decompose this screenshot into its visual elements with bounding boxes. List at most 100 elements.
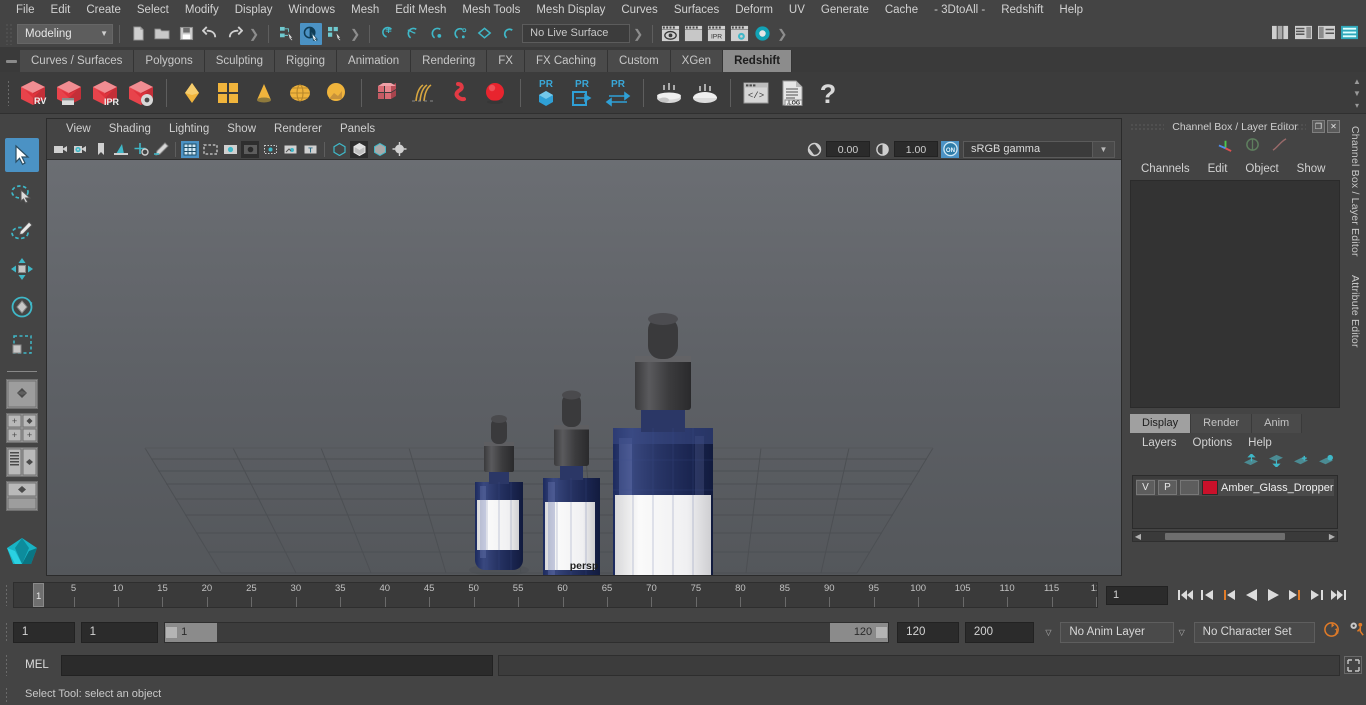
panel-grip[interactable] bbox=[1130, 123, 1164, 131]
step-forward-frame-icon[interactable] bbox=[1285, 584, 1305, 606]
layer-row[interactable]: V P Amber_Glass_Dropper bbox=[1136, 479, 1334, 496]
select-tool-button[interactable] bbox=[5, 138, 39, 172]
menu-item-file[interactable]: File bbox=[8, 0, 43, 20]
redshift-proxy-icon[interactable] bbox=[175, 75, 209, 111]
play-forwards-icon[interactable] bbox=[1263, 584, 1283, 606]
viewport-menu-panels[interactable]: Panels bbox=[331, 119, 384, 139]
2d-pan-zoom-icon[interactable] bbox=[132, 141, 150, 158]
viewport-menu-shading[interactable]: Shading bbox=[100, 119, 160, 139]
scroll-left-icon[interactable]: ◀ bbox=[1133, 532, 1143, 541]
display-layer-list[interactable]: V P Amber_Glass_Dropper bbox=[1132, 475, 1338, 529]
vertical-tab-attribute-editor[interactable]: Attribute Editor bbox=[1349, 275, 1361, 348]
current-frame-field[interactable]: 1 bbox=[1106, 585, 1168, 605]
rs-render-icon[interactable] bbox=[752, 24, 773, 43]
film-gate-icon[interactable] bbox=[201, 141, 219, 158]
shelf-tab-curves-surfaces[interactable]: Curves / Surfaces bbox=[20, 50, 135, 72]
character-set-dropdown[interactable]: No Character Set bbox=[1193, 621, 1316, 643]
menu-item-help[interactable]: Help bbox=[1051, 0, 1091, 20]
menu-item-3dtoall[interactable]: - 3DtoAll - bbox=[926, 0, 993, 20]
channelbox-menu-channels[interactable]: Channels bbox=[1132, 163, 1199, 175]
snap-to-curve-icon[interactable] bbox=[401, 23, 423, 45]
menuset-mode-dropdown[interactable]: Modeling ▼ bbox=[17, 23, 113, 44]
shaded-wireframe-icon[interactable] bbox=[370, 141, 388, 158]
shelf-tab-rigging[interactable]: Rigging bbox=[275, 50, 338, 72]
select-by-hierarchy-icon[interactable] bbox=[276, 23, 298, 45]
snap-to-grid-icon[interactable] bbox=[377, 23, 399, 45]
menu-item-mesh[interactable]: Mesh bbox=[343, 0, 387, 20]
ipr-render-icon[interactable]: IPR bbox=[706, 24, 727, 43]
layer-name-label[interactable]: Amber_Glass_Dropper bbox=[1221, 482, 1334, 494]
exposure-icon[interactable] bbox=[805, 141, 823, 158]
shelf-grip[interactable] bbox=[2, 74, 15, 112]
gate-mask-icon[interactable] bbox=[241, 140, 259, 158]
move-tool-button[interactable] bbox=[5, 252, 39, 286]
go-to-start-icon[interactable] bbox=[1175, 584, 1195, 606]
redshift-sphere-icon[interactable] bbox=[478, 75, 512, 111]
keyable-attributes-icon[interactable] bbox=[1244, 137, 1261, 157]
scroll-right-icon[interactable]: ▶ bbox=[1327, 532, 1337, 541]
range-start-handle[interactable]: 1 bbox=[165, 622, 218, 642]
resolution-gate-icon[interactable] bbox=[221, 141, 239, 158]
range-end-handle[interactable]: 120 bbox=[830, 622, 889, 642]
xray-icon[interactable] bbox=[281, 141, 299, 158]
gamma-icon[interactable] bbox=[873, 141, 891, 158]
camera-attributes-icon[interactable] bbox=[72, 141, 90, 158]
snap-to-projected-center-icon[interactable] bbox=[449, 23, 471, 45]
render-sequence-icon[interactable] bbox=[683, 24, 704, 43]
menu-item-curves[interactable]: Curves bbox=[613, 0, 665, 20]
pr-convert-icon[interactable]: PR bbox=[601, 75, 635, 111]
redshift-curve-icon[interactable] bbox=[442, 75, 476, 111]
pr-export-icon[interactable]: PR bbox=[565, 75, 599, 111]
timeline-grip[interactable] bbox=[0, 582, 13, 608]
redshift-hair-icon[interactable] bbox=[406, 75, 440, 111]
menu-item-edit-mesh[interactable]: Edit Mesh bbox=[387, 0, 454, 20]
scrollbar-thumb[interactable] bbox=[1165, 533, 1285, 540]
step-forward-keyframe-icon[interactable] bbox=[1307, 584, 1327, 606]
playback-end-time-field[interactable]: 120 bbox=[897, 621, 959, 643]
collapse-section-icon[interactable]: ❯ bbox=[633, 27, 643, 41]
menu-item-redshift[interactable]: Redshift bbox=[993, 0, 1051, 20]
menu-item-edit[interactable]: Edit bbox=[43, 0, 79, 20]
scale-tool-button[interactable] bbox=[5, 328, 39, 362]
viewport-menu-lighting[interactable]: Lighting bbox=[160, 119, 218, 139]
layer-tab-anim[interactable]: Anim bbox=[1252, 414, 1303, 433]
viewport-menu-show[interactable]: Show bbox=[218, 119, 265, 139]
snap-to-view-plane-icon[interactable] bbox=[473, 23, 495, 45]
axis-indicator-icon[interactable] bbox=[1217, 137, 1234, 157]
menu-item-mesh-tools[interactable]: Mesh Tools bbox=[454, 0, 528, 20]
chevron-down-icon[interactable]: ▽ bbox=[1040, 628, 1056, 637]
chevron-up-icon[interactable]: ▲ bbox=[1353, 77, 1361, 86]
shelf-tab-xgen[interactable]: XGen bbox=[670, 50, 724, 72]
expand-script-editor-icon[interactable] bbox=[1344, 656, 1362, 674]
shelf-tab-rendering[interactable]: Rendering bbox=[411, 50, 488, 72]
shelf-scroll-arrows[interactable]: ▲ ▼ ▾ bbox=[1350, 75, 1364, 111]
shelf-tab-redshift[interactable]: Redshift bbox=[723, 50, 793, 72]
redshift-dome-light-icon[interactable] bbox=[283, 75, 317, 111]
redshift-area-light-icon[interactable] bbox=[319, 75, 353, 111]
channel-box-attribute-list[interactable] bbox=[1130, 180, 1340, 408]
shelf-tab-animation[interactable]: Animation bbox=[337, 50, 412, 72]
layer-shading-toggle[interactable] bbox=[1180, 480, 1199, 495]
playback-start-time-field[interactable]: 1 bbox=[80, 621, 159, 643]
script-language-label[interactable]: MEL bbox=[13, 659, 61, 671]
create-layer-from-selected-icon[interactable] bbox=[1318, 454, 1334, 472]
channelbox-menu-object[interactable]: Object bbox=[1236, 163, 1287, 175]
redshift-render-settings-icon[interactable] bbox=[124, 75, 158, 111]
show-hide-attribute-editor-icon[interactable] bbox=[1294, 24, 1315, 43]
snap-to-point-icon[interactable] bbox=[425, 23, 447, 45]
shelf-handle-icon[interactable] bbox=[2, 50, 20, 72]
auto-keyframe-icon[interactable]: 1 bbox=[1323, 621, 1341, 643]
hypershade-persp-layout-button[interactable] bbox=[6, 481, 38, 511]
redshift-volume-icon[interactable] bbox=[370, 75, 404, 111]
gamma-field[interactable]: 1.00 bbox=[894, 141, 938, 157]
current-time-indicator[interactable]: 1 bbox=[33, 583, 44, 607]
redshift-matte-icon[interactable] bbox=[211, 75, 245, 111]
open-scene-icon[interactable] bbox=[151, 23, 173, 45]
layer-visibility-toggle[interactable]: V bbox=[1136, 480, 1155, 495]
step-back-frame-icon[interactable] bbox=[1219, 584, 1239, 606]
lighting-icon[interactable] bbox=[390, 141, 408, 158]
range-slider-bar[interactable]: 1 120 bbox=[164, 621, 890, 643]
menu-item-generate[interactable]: Generate bbox=[813, 0, 877, 20]
channelbox-menu-edit[interactable]: Edit bbox=[1199, 163, 1237, 175]
save-scene-icon[interactable] bbox=[175, 23, 197, 45]
